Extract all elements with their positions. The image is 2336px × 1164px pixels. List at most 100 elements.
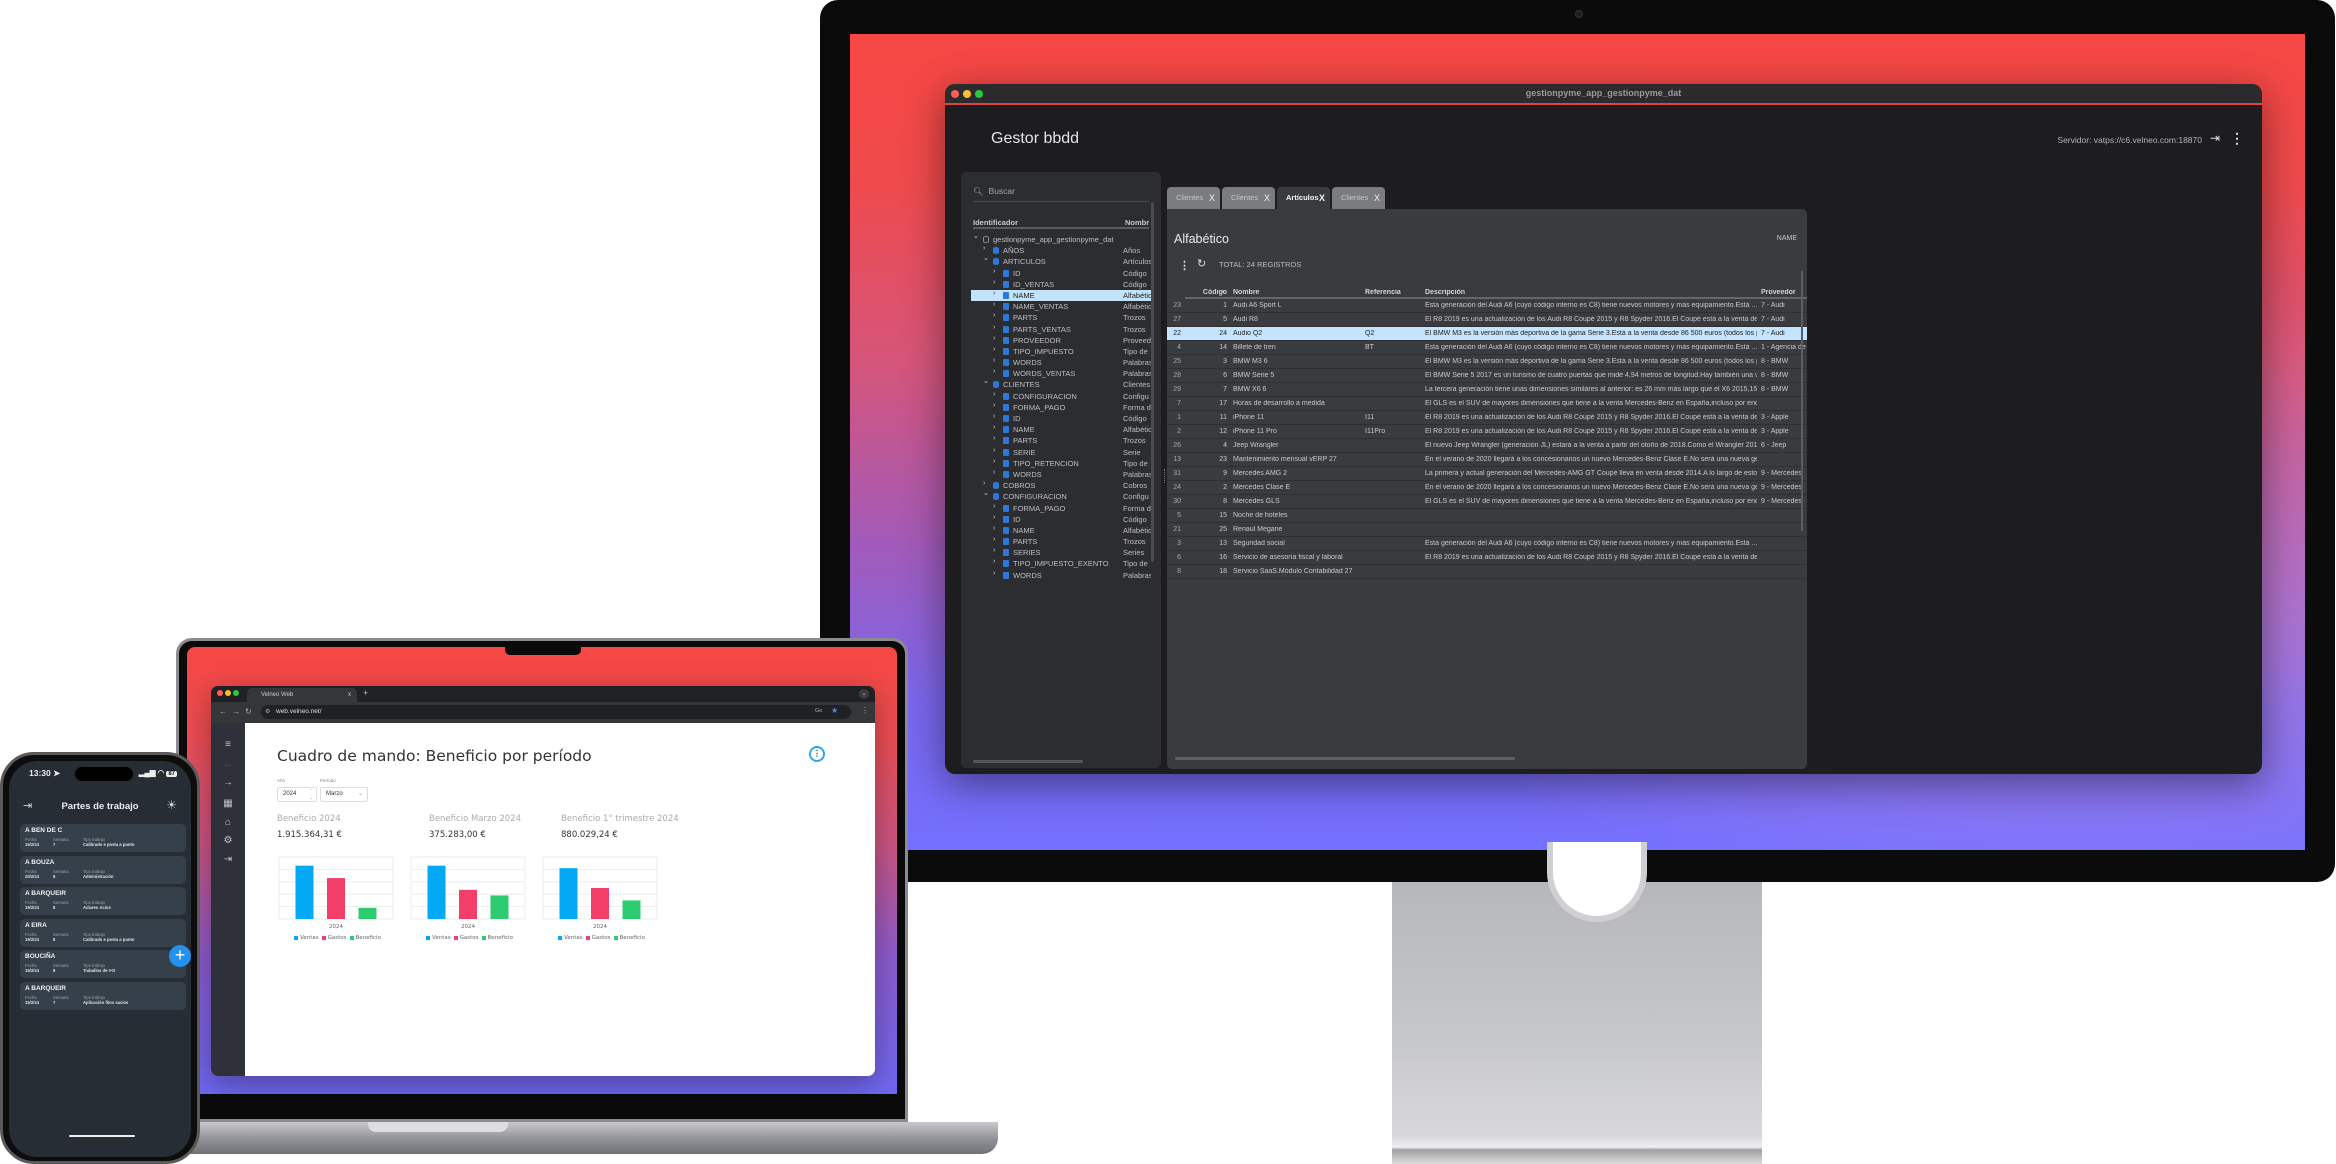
theme-toggle-icon[interactable]: ☀: [166, 798, 177, 812]
table-row[interactable]: 5 15 Noche de hoteles: [1167, 509, 1807, 523]
tree-row[interactable]: › AÑOS Años: [971, 245, 1151, 256]
browser-menu-icon[interactable]: ⋮: [861, 706, 869, 715]
work-order-card[interactable]: A BEN DE C Fecha 15/2/24 Semana 7 Tipo trabaj…: [20, 824, 186, 852]
tree-row[interactable]: › WORDS Palabras: [971, 357, 1151, 368]
year-stepper[interactable]: 2024 ⌃ ⌄: [277, 787, 317, 802]
legend-item[interactable]: Gastos: [451, 935, 479, 941]
tree-row[interactable]: ⌄ gestionpyme_app_gestionpyme_dat: [971, 232, 1151, 245]
table-row[interactable]: 1 11 iPhone 11 I11 El R8 2019 es una actuali…: [1167, 411, 1807, 425]
site-settings-icon[interactable]: ⚙︎: [265, 708, 270, 715]
logout-icon[interactable]: ⇥: [2210, 131, 2224, 145]
menu-icon[interactable]: ≡: [221, 739, 235, 750]
chevron-right-icon[interactable]: ›: [993, 570, 995, 577]
column-header-nombre[interactable]: Nombre: [1233, 289, 1363, 296]
work-order-card[interactable]: A BARQUEIR Fecha 15/2/24 Semana 7 Tipo trabaj…: [20, 981, 186, 1010]
tree-row[interactable]: › ID Código: [971, 413, 1151, 424]
browser-tab[interactable]: Velneo Web x: [247, 688, 357, 702]
tree-search-input[interactable]: 🔍︎ Buscar: [973, 186, 1149, 202]
table-row[interactable]: 24 2 Mercedes Clase E En el verano de 2020 …: [1167, 481, 1807, 495]
close-tab-icon[interactable]: X: [1264, 187, 1270, 209]
work-order-card[interactable]: A BOUZA Fecha 20/2/24 Semana 8 Tipo trabajo Ad…: [20, 855, 186, 884]
chevron-right-icon[interactable]: ›: [993, 514, 995, 521]
tree-row[interactable]: › PARTS Trozos: [971, 312, 1151, 323]
close-tab-icon[interactable]: X: [1319, 187, 1325, 209]
bar-beneficio[interactable]: [622, 900, 641, 919]
chevron-right-icon[interactable]: ›: [983, 245, 985, 252]
table-row[interactable]: 28 6 BMW Serie 5 El BMW Serie 5 2017 es un …: [1167, 369, 1807, 383]
bar-ventas[interactable]: [295, 865, 314, 919]
chevron-right-icon[interactable]: ›: [993, 312, 995, 319]
tree-row[interactable]: › SERIES Series: [971, 547, 1151, 558]
table-row[interactable]: 8 18 Servicio SaaS.Módulo Contabilidad 27: [1167, 565, 1807, 579]
close-tab-icon[interactable]: x: [348, 688, 351, 702]
tree-row[interactable]: › PARTS Trozos: [971, 536, 1151, 547]
bar-ventas[interactable]: [559, 868, 578, 919]
chevron-right-icon[interactable]: ›: [993, 525, 995, 532]
chevron-right-icon[interactable]: ›: [993, 424, 995, 431]
tree-horizontal-scrollbar[interactable]: [973, 760, 1083, 763]
chevron-right-icon[interactable]: ›: [993, 268, 995, 275]
close-tab-icon[interactable]: X: [1374, 187, 1380, 209]
chevron-right-icon[interactable]: ›: [993, 447, 995, 454]
tree-vertical-scrollbar[interactable]: [1151, 202, 1154, 562]
logout-icon[interactable]: ⇥: [221, 854, 235, 865]
column-header-descripcion[interactable]: Descripción: [1425, 289, 1757, 296]
tree-row[interactable]: › FORMA_PAGO Forma d: [971, 402, 1151, 413]
table-row[interactable]: 21 25 Renaul Megane: [1167, 523, 1807, 537]
column-header-referencia[interactable]: Referencia: [1365, 289, 1415, 296]
minimize-window-button[interactable]: [225, 690, 231, 696]
legend-item[interactable]: Beneficio: [611, 935, 645, 941]
tree-row[interactable]: › FORMA_PAGO Forma d: [971, 503, 1151, 514]
bank-icon[interactable]: ⌂: [221, 817, 235, 828]
tree-row[interactable]: › ID Código: [971, 514, 1151, 525]
chevron-right-icon[interactable]: ›: [993, 435, 995, 442]
tree-row[interactable]: › PARTS_VENTAS Trozos: [971, 324, 1151, 335]
bookmark-star-icon[interactable]: ★: [831, 706, 838, 715]
table-row[interactable]: 22 24 Audio Q2 Q2 El BMW M3 es la versión má…: [1167, 327, 1807, 341]
chevron-right-icon[interactable]: ›: [993, 469, 995, 476]
tree-row[interactable]: ⌄ CLIENTES Clientes: [971, 377, 1151, 390]
add-button[interactable]: +: [169, 945, 191, 967]
chevron-right-icon[interactable]: ›: [993, 357, 995, 364]
legend-item[interactable]: Gastos: [583, 935, 611, 941]
chevron-down-icon[interactable]: ⌄: [983, 254, 989, 262]
table-row[interactable]: 4 14 Billete de tren BT Esta generación del …: [1167, 341, 1807, 355]
back-icon[interactable]: ←: [221, 759, 235, 770]
dashboard-icon[interactable]: ▦: [221, 798, 235, 809]
refresh-icon[interactable]: ↻: [1197, 257, 1206, 270]
work-order-card[interactable]: A EIRA Fecha 19/2/24 Semana 8 Tipo trabajo Cal…: [20, 918, 186, 947]
bar-gastos[interactable]: [459, 889, 477, 919]
chevron-right-icon[interactable]: ›: [993, 301, 995, 308]
tree-row[interactable]: › WORDS Palabras: [971, 469, 1151, 480]
chevron-down-icon[interactable]: ⌄: [983, 489, 989, 497]
chevron-right-icon[interactable]: ›: [993, 503, 995, 510]
column-header-codigo[interactable]: Código: [1197, 289, 1227, 296]
bar-gastos[interactable]: [591, 888, 609, 919]
chevron-right-icon[interactable]: ›: [993, 413, 995, 420]
tab-artículos[interactable]: Artículos X: [1277, 187, 1330, 209]
tree-row[interactable]: › NAME Alfabético: [971, 525, 1151, 536]
tree-column-identificador[interactable]: Identificador: [973, 218, 1018, 227]
tree-row[interactable]: › ID_VENTAS Código: [971, 279, 1151, 290]
google-lens-icon[interactable]: Go: [815, 708, 822, 714]
tree-row[interactable]: › NAME Alfabético: [971, 424, 1151, 435]
chevron-right-icon[interactable]: ›: [993, 324, 995, 331]
table-row[interactable]: 23 1 Audi A6 Sport L Esta generación del Au…: [1167, 299, 1807, 313]
address-bar[interactable]: web.velneo.net/: [261, 705, 851, 719]
chevron-right-icon[interactable]: ›: [993, 346, 995, 353]
chevron-down-icon[interactable]: ⌄: [973, 232, 979, 240]
chevron-right-icon[interactable]: ›: [993, 279, 995, 286]
chevron-right-icon[interactable]: ›: [993, 547, 995, 554]
chevron-right-icon[interactable]: ›: [993, 558, 995, 565]
table-row[interactable]: 31 9 Mercedes AMG 2 La primera y actual gen…: [1167, 467, 1807, 481]
chevron-right-icon[interactable]: ›: [993, 402, 995, 409]
chevron-down-icon[interactable]: ⌄: [983, 377, 989, 385]
close-window-button[interactable]: [217, 690, 223, 696]
forward-icon[interactable]: →: [221, 777, 235, 788]
chevron-right-icon[interactable]: ›: [993, 290, 995, 297]
tab-search-icon[interactable]: ⌄: [859, 689, 869, 699]
tree-row[interactable]: › TIPO_IMPUESTO Tipo de: [971, 346, 1151, 357]
tree-row[interactable]: ⌄ ARTICULOS Artículos: [971, 254, 1151, 267]
tree-row[interactable]: › PARTS Trozos: [971, 435, 1151, 446]
tree-row[interactable]: › SERIE Serie: [971, 447, 1151, 458]
